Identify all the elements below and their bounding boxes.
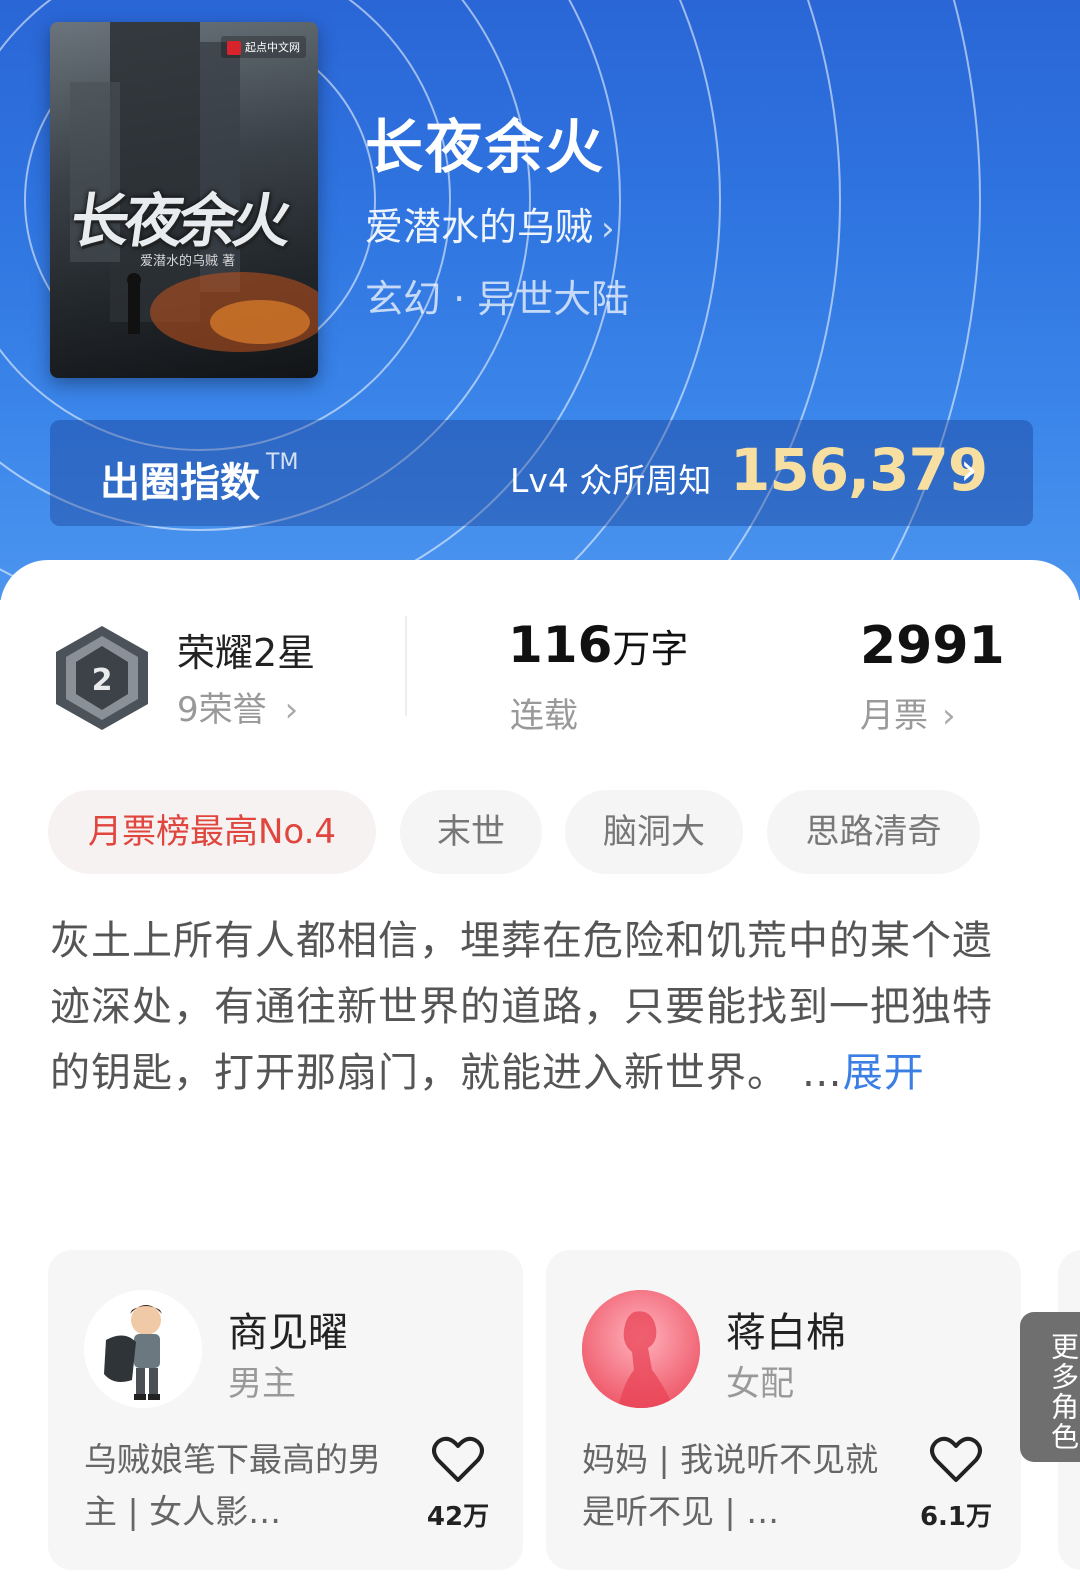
- tag-apocalypse[interactable]: 末世: [400, 790, 542, 874]
- honor-title: 荣耀2星: [177, 631, 316, 675]
- character-description: 乌贼娘笔下最高的男主 | 女人影…: [84, 1440, 381, 1531]
- trademark-mark: TM: [266, 450, 299, 475]
- chevron-right-icon: ›: [284, 690, 299, 730]
- serial-status: 连载: [510, 696, 578, 736]
- author-link[interactable]: 爱潜水的乌贼 ›: [365, 196, 615, 251]
- like-count: 6.1万: [919, 1502, 993, 1532]
- monthly-votes-link[interactable]: 月票 ›: [860, 688, 956, 737]
- monthly-votes-label: 月票: [860, 696, 928, 736]
- cover-author: 爱潜水的乌贼 著: [140, 254, 236, 269]
- heart-icon[interactable]: [930, 1436, 982, 1484]
- synopsis-ellipsis: …: [788, 1050, 843, 1096]
- book-title: 长夜余火: [365, 113, 606, 181]
- book-genre: 玄幻 · 异世大陆: [365, 277, 630, 321]
- character-card[interactable]: 商见曜 男主 乌贼娘笔下最高的男主 | 女人影… 42万: [48, 1250, 523, 1570]
- chevron-right-icon: ›: [960, 444, 978, 495]
- author-name: 爱潜水的乌贼: [365, 205, 594, 249]
- breakout-index-level: Lv4 众所周知: [510, 461, 712, 500]
- honor-badge-icon: 2: [56, 626, 148, 730]
- expand-link[interactable]: 展开: [843, 1050, 925, 1096]
- chevron-right-icon: ›: [942, 696, 956, 736]
- character-name: 商见曜: [228, 1310, 348, 1356]
- character-avatar: [84, 1290, 202, 1408]
- breakout-index-label: 出圈指数 TM: [100, 450, 299, 506]
- book-detail-panel: 2 荣耀2星 9荣誉 › 116万字 连载 2991 月票 › 月票榜最高No.4 …: [0, 560, 1080, 1588]
- word-count-unit: 万字: [612, 627, 689, 671]
- cover-title: 长夜余火: [66, 187, 293, 255]
- honor-count: 9荣誉: [177, 690, 267, 730]
- svg-text:2: 2: [92, 663, 113, 698]
- stats-divider: [405, 616, 407, 716]
- breakout-index-bar[interactable]: 出圈指数 TM Lv4 众所周知 156,379 ›: [50, 420, 1033, 526]
- synopsis: 灰土上所有人都相信，埋葬在危险和饥荒中的某个遗迹深处，有通往新世界的道路，只要能…: [50, 908, 1010, 1106]
- character-portrait-icon: [582, 1290, 700, 1408]
- book-header: 起点中文网 长夜余火 爱潜水的乌贼 著 长夜余火 爱潜水的乌贼 › 玄幻 · 异世…: [0, 0, 1080, 600]
- character-role: 男主: [228, 1364, 296, 1404]
- tag-rank[interactable]: 月票榜最高No.4: [48, 790, 376, 874]
- like-count: 42万: [426, 1502, 490, 1532]
- character-avatar: [582, 1290, 700, 1408]
- character-role: 女配: [726, 1364, 794, 1404]
- character-name: 蒋白棉: [726, 1310, 846, 1356]
- word-count: 116万字: [508, 616, 689, 674]
- tag-novel-ideas[interactable]: 思路清奇: [767, 790, 980, 874]
- publisher-logo: 起点中文网: [221, 36, 306, 58]
- more-characters-button[interactable]: 更多角色: [1020, 1312, 1080, 1462]
- monthly-votes-value: 2991: [860, 616, 1005, 676]
- character-card[interactable]: 蒋白棉 女配 妈妈 | 我说听不见就是听不见 | … 6.1万: [546, 1250, 1021, 1570]
- character-portrait-icon: [84, 1290, 202, 1408]
- tag-imaginative[interactable]: 脑洞大: [565, 790, 743, 874]
- character-description: 妈妈 | 我说听不见就是听不见 | …: [582, 1440, 879, 1531]
- heart-icon[interactable]: [432, 1436, 484, 1484]
- breakout-index-value: 156,379: [730, 436, 988, 504]
- honor-link[interactable]: 9荣誉 ›: [177, 682, 298, 731]
- chevron-right-icon: ›: [601, 209, 615, 249]
- book-cover[interactable]: 起点中文网 长夜余火 爱潜水的乌贼 著: [50, 22, 318, 378]
